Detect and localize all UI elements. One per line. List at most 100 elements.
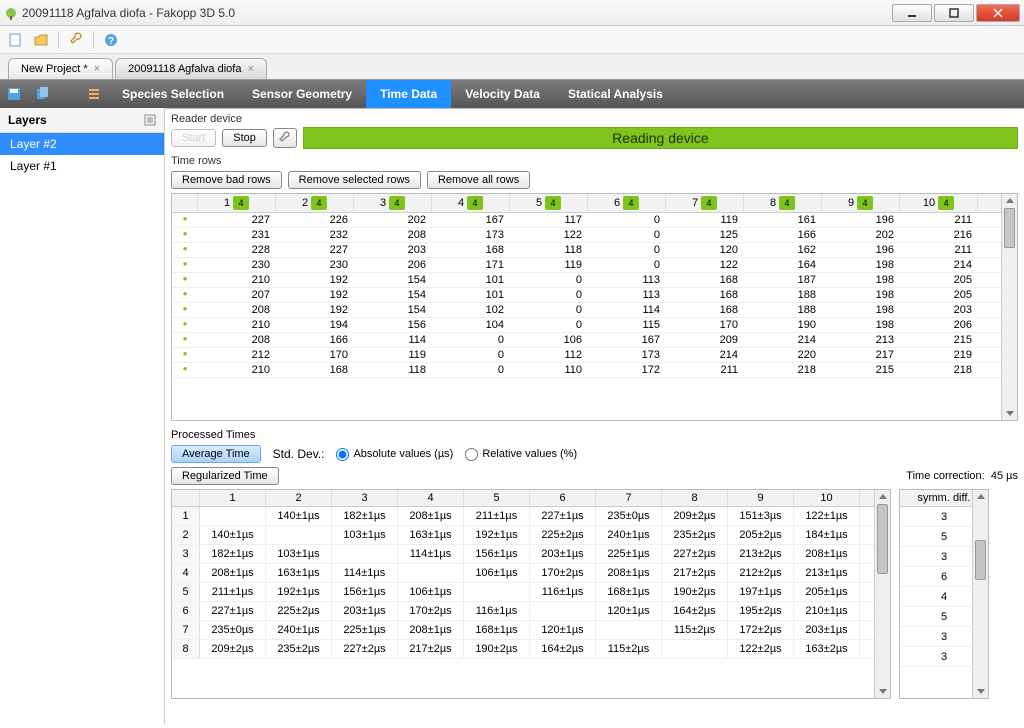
average-time-button[interactable]: Average Time [171,445,261,463]
wrench-icon[interactable] [65,29,87,51]
table-cell: 214 [666,348,744,362]
window-minimize-button[interactable] [892,4,932,22]
matrix-cell: 197±1µs [728,583,794,601]
time-rows-grid: 142434445464748494104 ●22722620216711701… [171,193,1018,421]
tab-new-project[interactable]: New Project * × [8,58,113,79]
ribbon-statical-analysis[interactable]: Statical Analysis [554,80,677,108]
matrix-cell: 163±2µs [794,640,860,658]
close-icon[interactable]: × [94,63,100,75]
table-row[interactable]: ●2071921541010113168188198205 [172,288,1017,303]
scrollbar-thumb[interactable] [975,540,986,580]
svg-text:?: ? [108,36,114,47]
matrix-cell: 168±1µs [464,621,530,639]
matrix-cell: 120±1µs [596,602,662,620]
table-cell: 211 [900,213,978,227]
table-cell: 114 [354,333,432,347]
col-header-7[interactable]: 74 [666,194,744,212]
table-cell: 216 [900,228,978,242]
vertical-scrollbar[interactable] [1001,194,1017,420]
matrix-cell: 116±1µs [530,583,596,601]
col-header-2[interactable]: 24 [276,194,354,212]
table-cell: 208 [354,228,432,242]
vertical-scrollbar[interactable] [874,490,890,698]
new-file-icon[interactable] [4,29,26,51]
close-icon[interactable]: × [247,63,253,75]
relative-values-radio[interactable]: Relative values (%) [465,448,577,461]
col-header-6[interactable]: 64 [588,194,666,212]
vertical-scrollbar[interactable] [972,490,988,698]
window-maximize-button[interactable] [934,4,974,22]
ribbon-time-data[interactable]: Time Data [366,80,451,108]
matrix-cell: 235±2µs [266,640,332,658]
scrollbar-thumb[interactable] [1004,208,1015,248]
matrix-row: 8209±2µs235±2µs227±2µs217±2µs190±2µs164±… [172,640,890,659]
reader-settings-button[interactable] [273,128,297,148]
table-row[interactable]: ●2101941561040115170190198206 [172,318,1017,333]
matrix-row-header: 5 [172,583,200,601]
table-cell: 215 [822,363,900,377]
stop-button[interactable]: Stop [222,129,267,147]
scrollbar-thumb[interactable] [877,504,888,574]
table-row[interactable]: ●2081661140106167209214213215 [172,333,1017,348]
matrix-cell: 213±2µs [728,545,794,563]
save-icon[interactable] [0,80,28,108]
table-cell: 217 [822,348,900,362]
table-cell: 198 [822,273,900,287]
tab-agfalva[interactable]: 20091118 Agfalva diofa × [115,58,267,79]
matrix-cell: 190±2µs [464,640,530,658]
help-icon[interactable]: ? [100,29,122,51]
ribbon-species-selection[interactable]: Species Selection [108,80,238,108]
table-row[interactable]: ●2312322081731220125166202216 [172,228,1017,243]
absolute-values-radio[interactable]: Absolute values (µs) [336,448,453,461]
table-row[interactable]: ●2282272031681180120162196211 [172,243,1017,258]
table-row[interactable]: ●2302302061711190122164198214 [172,258,1017,273]
remove-all-rows-button[interactable]: Remove all rows [427,171,530,189]
remove-bad-rows-button[interactable]: Remove bad rows [171,171,282,189]
table-cell: 203 [354,243,432,257]
sidebar-item-layer-2[interactable]: Layer #2 [0,133,164,155]
matrix-cell: 156±1µs [332,583,398,601]
matrix-cell: 182±1µs [200,545,266,563]
matrix-row-header: 7 [172,621,200,639]
col-header-3[interactable]: 34 [354,194,432,212]
panel-menu-icon[interactable] [144,114,156,126]
open-folder-icon[interactable] [30,29,52,51]
matrix-cell: 203±1µs [332,602,398,620]
matrix-cell: 182±1µs [332,507,398,525]
col-header-9[interactable]: 94 [822,194,900,212]
matrix-cell: 205±1µs [794,583,860,601]
table-cell: 173 [588,348,666,362]
table-row[interactable]: ●2081921541020114168188198203 [172,303,1017,318]
sidebar-item-layer-1[interactable]: Layer #1 [0,155,164,177]
col-header-4[interactable]: 44 [432,194,510,212]
col-header-5[interactable]: 54 [510,194,588,212]
matrix-col-header: 8 [662,490,728,506]
table-row[interactable]: ●2101681180110172211218215218 [172,363,1017,378]
col-header-1[interactable]: 14 [198,194,276,212]
table-row[interactable]: ●2121701190112173214220217219 [172,348,1017,363]
col-header-8[interactable]: 84 [744,194,822,212]
regularized-time-button[interactable]: Regularized Time [171,467,279,485]
matrix-cell: 168±1µs [596,583,662,601]
window-close-button[interactable] [976,4,1020,22]
matrix-cell: 103±1µs [266,545,332,563]
table-cell: 172 [588,363,666,377]
matrix-cell: 192±1µs [464,526,530,544]
table-cell: 102 [432,303,510,317]
table-cell: 215 [900,333,978,347]
col-header-10[interactable]: 104 [900,194,978,212]
table-cell: 214 [900,258,978,272]
ribbon-sensor-geometry[interactable]: Sensor Geometry [238,80,366,108]
table-row[interactable]: ●2101921541010113168187198205 [172,273,1017,288]
start-button[interactable]: Start [171,129,216,147]
ribbon-velocity-data[interactable]: Velocity Data [451,80,554,108]
col-badge-icon: 4 [389,196,405,210]
remove-selected-rows-button[interactable]: Remove selected rows [288,171,421,189]
table-row[interactable]: ●2272262021671170119161196211 [172,213,1017,228]
copy-icon[interactable] [28,80,56,108]
matrix-row-header: 2 [172,526,200,544]
matrix-cell: 212±2µs [728,564,794,582]
table-cell: 0 [588,258,666,272]
table-cell: 168 [666,303,744,317]
list-icon[interactable] [80,80,108,108]
